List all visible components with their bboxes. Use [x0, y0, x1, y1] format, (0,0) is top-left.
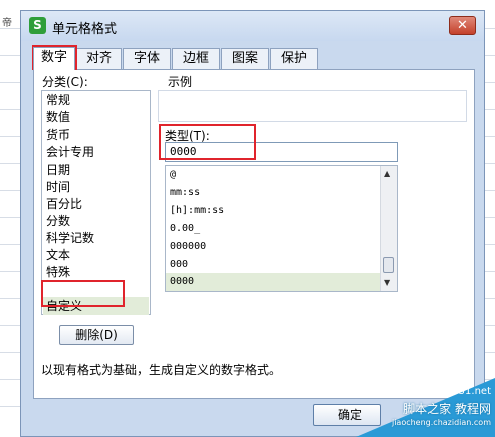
- scroll-up-icon[interactable]: ▲: [384, 169, 390, 178]
- category-item-scientific[interactable]: 科学记数: [46, 229, 94, 247]
- watermark-title: 脚本之家 教程网: [403, 402, 491, 416]
- close-icon: ✕: [457, 18, 468, 33]
- format-item[interactable]: @: [170, 166, 176, 184]
- format-cells-dialog: S 单元格格式 ✕ 数字 对齐 字体 边框 图案 保护 分类(C): 常规 数值…: [20, 10, 485, 437]
- category-item-time[interactable]: 时间: [46, 178, 70, 196]
- scroll-down-icon[interactable]: ▼: [384, 278, 390, 287]
- scrollbar-thumb[interactable]: [383, 257, 394, 273]
- sample-preview-box: [158, 90, 467, 122]
- title-bar[interactable]: S 单元格格式 ✕: [21, 11, 484, 41]
- app-logo-icon: S: [29, 17, 46, 34]
- category-item-special[interactable]: 特殊: [46, 263, 70, 281]
- category-item-percentage[interactable]: 百分比: [46, 195, 82, 213]
- category-item-number[interactable]: 数值: [46, 108, 70, 126]
- background-cell-text: 帝: [2, 18, 12, 29]
- category-label: 分类(C):: [42, 75, 88, 89]
- dialog-title: 单元格格式: [52, 22, 118, 37]
- format-item[interactable]: mm:ss: [170, 184, 200, 202]
- category-item-text[interactable]: 文本: [46, 246, 70, 264]
- category-item-currency[interactable]: 货币: [46, 126, 70, 144]
- description-text: 以现有格式为基础，生成自定义的数字格式。: [41, 363, 282, 377]
- watermark-url: jiaocheng.chazidian.com: [391, 418, 491, 427]
- delete-button[interactable]: 删除(D): [59, 325, 134, 345]
- sample-label: 示例: [168, 75, 193, 89]
- tab-number[interactable]: 数字: [33, 47, 75, 70]
- tab-protection[interactable]: 保护: [270, 48, 318, 69]
- annotation-box-type-input: [159, 124, 256, 160]
- category-item-general[interactable]: 常规: [46, 91, 70, 109]
- tab-font[interactable]: 字体: [123, 48, 171, 69]
- number-tab-panel: 分类(C): 常规 数值 货币 会计专用 日期 时间 百分比 分数 科学记数 文…: [33, 69, 475, 399]
- format-code-list[interactable]: @ mm:ss [h]:mm:ss 0.00_ 000000 000 0000 …: [165, 165, 398, 292]
- tab-patterns[interactable]: 图案: [221, 48, 269, 69]
- tab-border[interactable]: 边框: [172, 48, 220, 69]
- close-button[interactable]: ✕: [449, 16, 476, 35]
- tab-alignment[interactable]: 对齐: [76, 48, 122, 69]
- format-item[interactable]: [h]:mm:ss: [170, 202, 224, 220]
- annotation-box-custom-category: [41, 280, 125, 307]
- category-item-accounting[interactable]: 会计专用: [46, 143, 94, 161]
- watermark-domain: jb51.net: [449, 386, 491, 397]
- category-item-fraction[interactable]: 分数: [46, 212, 70, 230]
- format-selection-highlight: [166, 273, 380, 291]
- category-item-date[interactable]: 日期: [46, 161, 70, 179]
- format-item[interactable]: 000: [170, 256, 188, 274]
- format-list-scrollbar[interactable]: ▲ ▼: [380, 166, 397, 291]
- watermark: jb51.net 脚本之家 教程网 jiaocheng.chazidian.co…: [356, 378, 495, 437]
- format-item[interactable]: 000000: [170, 238, 206, 256]
- format-item-selected[interactable]: 0000: [170, 273, 194, 291]
- format-item[interactable]: 0.00_: [170, 220, 200, 238]
